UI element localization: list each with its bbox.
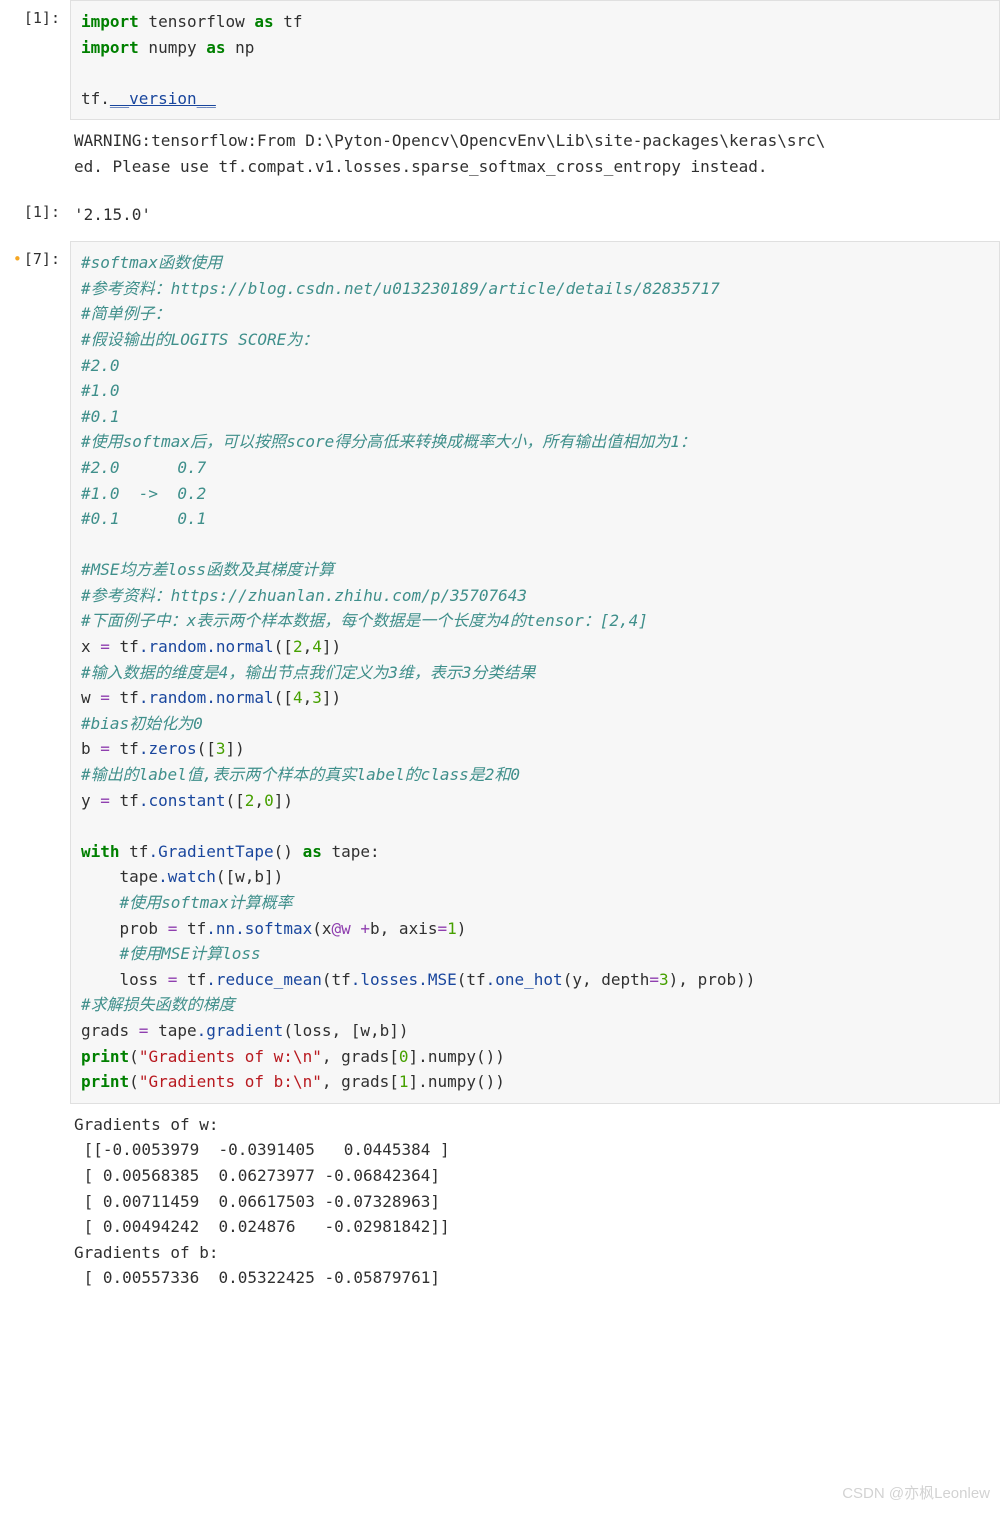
result-output-1: '2.15.0' [70, 194, 1000, 228]
cell-body-1: import tensorflow as tf import numpy as … [70, 0, 1000, 180]
warning-output-1: WARNING:tensorflow:From D:\Pyton-Opencv\… [70, 120, 1000, 179]
cell-1-result: [1]: '2.15.0' [0, 194, 1000, 242]
watermark: CSDN @亦枫Leonlew [842, 1482, 990, 1506]
keyword: as [254, 12, 273, 31]
cell-7: [7]: #softmax函数使用 #参考资料：https://blog.csd… [0, 241, 1000, 1305]
cell-1: [1]: import tensorflow as tf import nump… [0, 0, 1000, 194]
cell-body-1out: '2.15.0' [70, 194, 1000, 228]
cell-body-7: #softmax函数使用 #参考资料：https://blog.csdn.net… [70, 241, 1000, 1291]
code-input-7[interactable]: #softmax函数使用 #参考资料：https://blog.csdn.net… [70, 241, 1000, 1104]
keyword: as [206, 38, 225, 57]
code-input-1[interactable]: import tensorflow as tf import numpy as … [70, 0, 1000, 120]
keyword: import [81, 12, 139, 31]
input-prompt-1: [1]: [0, 0, 70, 30]
dunder: __version__ [110, 89, 216, 108]
output-prompt-1: [1]: [0, 194, 70, 224]
keyword: import [81, 38, 139, 57]
stream-output-7: Gradients of w: [[-0.0053979 -0.0391405 … [70, 1104, 1000, 1291]
input-prompt-7: [7]: [0, 241, 70, 271]
